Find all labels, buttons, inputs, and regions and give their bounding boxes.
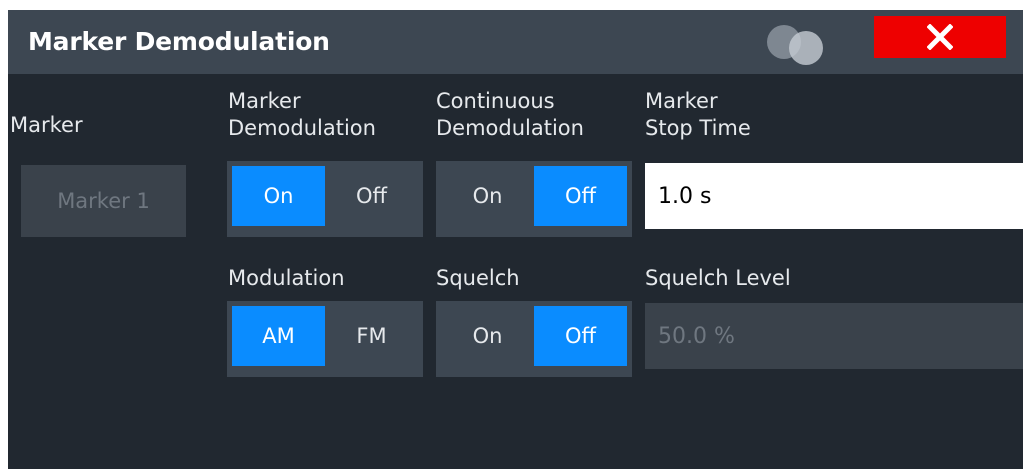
squelch-on-option[interactable]: On xyxy=(441,306,534,366)
modulation-toggle: AM FM xyxy=(227,301,423,377)
continuous-demodulation-label-line1: Continuous xyxy=(436,89,555,113)
marker-stop-time-label-line1: Marker xyxy=(645,89,718,113)
dialog-title: Marker Demodulation xyxy=(28,27,330,56)
help-icon[interactable] xyxy=(760,20,830,68)
modulation-am-option[interactable]: AM xyxy=(232,306,325,366)
marker-stop-time-input[interactable]: 1.0 s xyxy=(645,163,1023,229)
marker-demodulation-dialog: Marker Demodulation Marker Marker 1 Mark… xyxy=(8,10,1023,469)
marker-demodulation-off-option[interactable]: Off xyxy=(325,166,418,226)
continuous-demodulation-label-line2: Demodulation xyxy=(436,116,584,140)
continuous-demodulation-on-option[interactable]: On xyxy=(441,166,534,226)
title-bar: Marker Demodulation xyxy=(8,10,1023,74)
marker-demodulation-toggle: On Off xyxy=(227,161,423,237)
squelch-toggle: On Off xyxy=(436,301,632,377)
modulation-label: Modulation xyxy=(228,266,345,290)
continuous-demodulation-off-option[interactable]: Off xyxy=(534,166,627,226)
close-icon xyxy=(927,24,953,50)
squelch-level-label: Squelch Level xyxy=(645,266,791,290)
squelch-off-option[interactable]: Off xyxy=(534,306,627,366)
continuous-demodulation-toggle: On Off xyxy=(436,161,632,237)
squelch-level-input: 50.0 % xyxy=(645,303,1023,369)
window-edge xyxy=(0,10,8,469)
marker-demodulation-on-option[interactable]: On xyxy=(232,166,325,226)
marker-label: Marker xyxy=(10,113,83,137)
marker-select-button[interactable]: Marker 1 xyxy=(21,165,186,237)
squelch-label: Squelch xyxy=(436,266,520,290)
marker-stop-time-label-line2: Stop Time xyxy=(645,116,751,140)
modulation-fm-option[interactable]: FM xyxy=(325,306,418,366)
marker-demodulation-label-line2: Demodulation xyxy=(228,116,376,140)
close-button[interactable] xyxy=(874,16,1006,58)
marker-demodulation-label-line1: Marker xyxy=(228,89,301,113)
